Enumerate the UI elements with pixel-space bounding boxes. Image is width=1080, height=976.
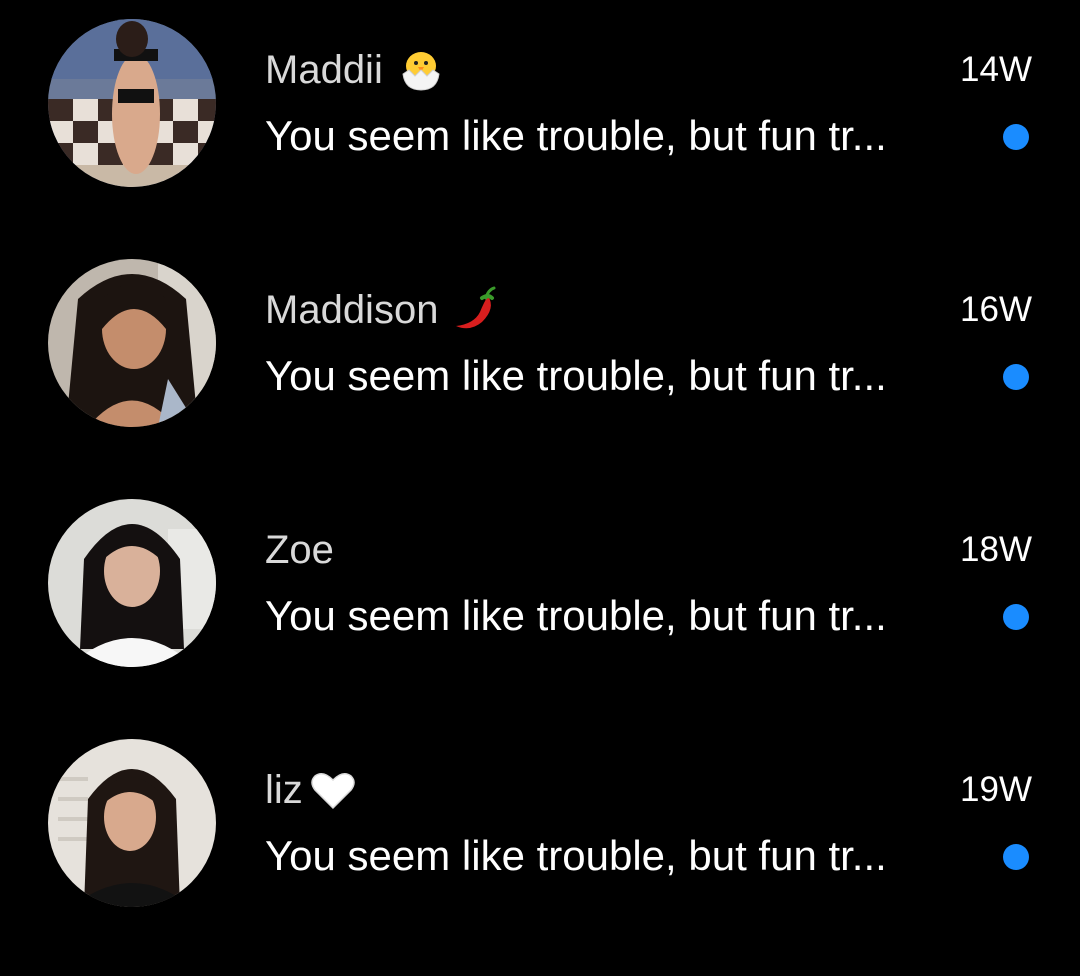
thread-name-line: liz bbox=[265, 766, 357, 814]
avatar-photo bbox=[48, 19, 216, 187]
thread-name-line: Maddison bbox=[265, 286, 500, 334]
avatar-photo bbox=[48, 499, 216, 667]
contact-name: liz bbox=[265, 767, 303, 812]
unread-dot-icon bbox=[1003, 364, 1029, 390]
thread-row[interactable]: Zoe 18W You seem like trouble, but fun t… bbox=[0, 480, 1080, 720]
contact-name: Maddison bbox=[265, 287, 439, 332]
thread-row[interactable]: Maddison 16W You seem like trouble, but … bbox=[0, 240, 1080, 480]
message-preview: You seem like trouble, but fun tr... bbox=[265, 352, 887, 399]
thread-row[interactable]: liz 19W You seem like trouble, but fun t… bbox=[0, 720, 1080, 960]
message-preview: You seem like trouble, but fun tr... bbox=[265, 832, 887, 879]
avatar[interactable] bbox=[48, 499, 216, 667]
thread-name-line: Maddii bbox=[265, 46, 445, 94]
thread-time: 16W bbox=[960, 290, 1032, 329]
avatar-photo bbox=[48, 739, 216, 907]
avatar[interactable] bbox=[48, 259, 216, 427]
unread-dot-icon bbox=[1003, 124, 1029, 150]
thread-row[interactable]: Maddii 14W You seem like trouble, but fu… bbox=[0, 0, 1080, 240]
hatching-chick-icon bbox=[397, 46, 445, 94]
avatar[interactable] bbox=[48, 19, 216, 187]
contact-name: Zoe bbox=[265, 527, 334, 572]
thread-time: 19W bbox=[960, 770, 1032, 809]
message-thread-list: Maddii 14W You seem like trouble, but fu… bbox=[0, 0, 1080, 976]
message-preview: You seem like trouble, but fun tr... bbox=[265, 592, 887, 639]
unread-dot-icon bbox=[1003, 844, 1029, 870]
thread-time: 18W bbox=[960, 530, 1032, 569]
message-preview: You seem like trouble, but fun tr... bbox=[265, 112, 887, 159]
avatar-photo bbox=[48, 259, 216, 427]
unread-dot-icon bbox=[1003, 604, 1029, 630]
contact-name: Maddii bbox=[265, 47, 383, 92]
avatar[interactable] bbox=[48, 739, 216, 907]
thread-name-line: Zoe bbox=[265, 526, 334, 574]
white-heart-icon bbox=[309, 766, 357, 814]
hot-pepper-icon bbox=[452, 286, 500, 334]
thread-time: 14W bbox=[960, 50, 1032, 89]
